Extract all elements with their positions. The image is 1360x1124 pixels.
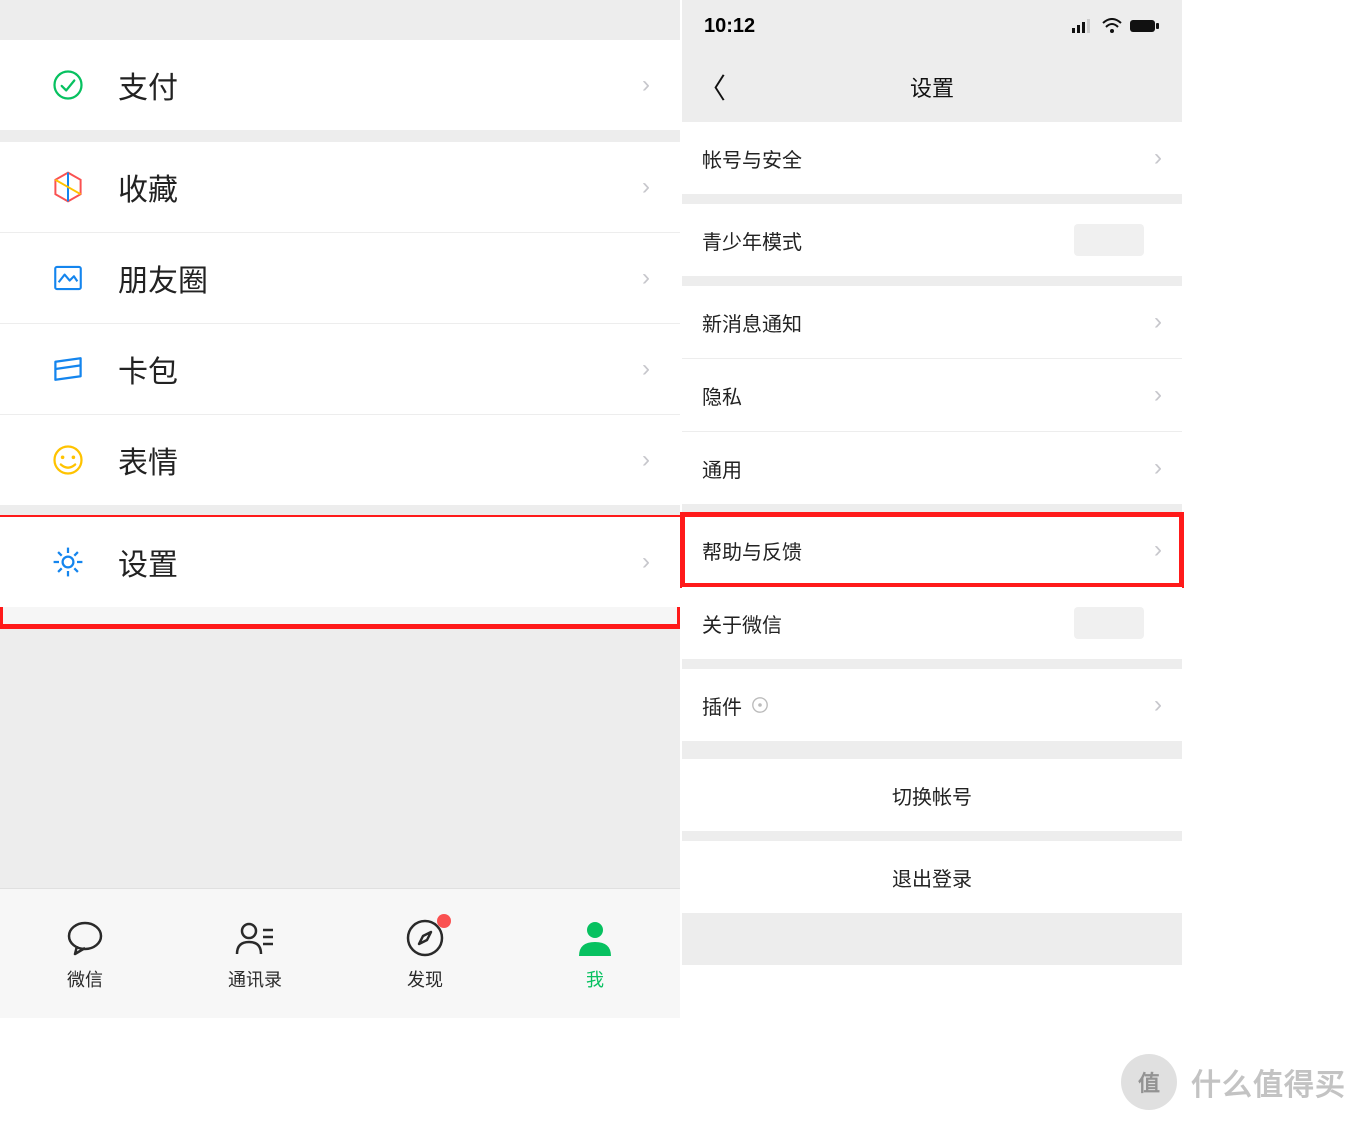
chat-icon [63,916,107,960]
chevron-right-icon: › [1154,144,1162,172]
chevron-right-icon: › [642,446,650,474]
logout-label: 退出登录 [892,863,972,892]
nav-title: 设置 [910,71,954,103]
section-divider [682,831,1182,841]
row-youth-mode[interactable]: 青少年模式 › [682,204,1182,276]
row-logout[interactable]: 退出登录 [682,841,1182,913]
plugin-icon [750,695,770,715]
row-settings-label: 设置 [118,540,642,584]
row-favorites-label: 收藏 [118,165,642,209]
row-account-label: 帐号与安全 [702,144,1154,173]
favorites-icon [48,167,88,207]
section-divider [682,276,1182,286]
row-help-label: 帮助与反馈 [702,536,1154,565]
section-divider [682,504,1182,514]
battery-icon [1130,19,1160,33]
watermark: 值 什么值得买 [1121,1054,1346,1110]
chevron-right-icon: › [1154,381,1162,409]
value-placeholder [1074,607,1144,639]
discover-icon [403,916,447,960]
spacer [0,0,680,40]
row-cards[interactable]: 卡包 › [0,324,680,414]
tab-discover-label: 发现 [407,966,443,992]
moments-icon [48,258,88,298]
status-icons [1072,18,1160,34]
chevron-right-icon: › [1154,691,1162,719]
switch-account-label: 切换帐号 [892,781,972,810]
cards-icon [48,349,88,389]
me-screen: 支付 › 收藏 › 朋友圈 › 卡包 › [0,0,680,1018]
row-about[interactable]: 关于微信 › [682,587,1182,659]
highlight-settings: 设置 › [0,517,680,627]
tab-contacts[interactable]: 通讯录 [170,889,340,1018]
tab-discover[interactable]: 发现 [340,889,510,1018]
row-general[interactable]: 通用 › [682,432,1182,504]
chevron-right-icon: › [642,173,650,201]
row-general-label: 通用 [702,454,1154,483]
chevron-right-icon: › [1154,454,1162,482]
row-plugins-label: 插件 [702,691,742,720]
row-privacy[interactable]: 隐私 › [682,359,1182,431]
row-switch-account[interactable]: 切换帐号 [682,759,1182,831]
row-pay[interactable]: 支付 › [0,40,680,130]
row-notifications[interactable]: 新消息通知 › [682,286,1182,358]
tab-chats[interactable]: 微信 [0,889,170,1018]
tab-bar: 微信 通讯录 发现 我 [0,888,680,1018]
row-plugins[interactable]: 插件 › [682,669,1182,741]
section-divider [682,194,1182,204]
chevron-right-icon: › [642,264,650,292]
sticker-icon [48,440,88,480]
row-about-label: 关于微信 [702,609,1074,638]
tab-me-label: 我 [586,966,604,992]
row-moments-label: 朋友圈 [118,256,642,300]
row-settings[interactable]: 设置 › [0,517,680,607]
section-divider [682,659,1182,669]
status-time: 10:12 [704,15,755,38]
row-help-feedback[interactable]: 帮助与反馈 › [682,514,1182,586]
row-pay-label: 支付 [118,63,642,107]
tab-contacts-label: 通讯录 [228,966,282,992]
me-icon [573,916,617,960]
notification-dot [437,914,451,928]
watermark-text: 什么值得买 [1191,1060,1346,1104]
chevron-right-icon: › [642,355,650,383]
status-bar: 10:12 [682,0,1182,52]
chevron-right-icon: › [1154,536,1162,564]
chevron-right-icon: › [1154,308,1162,336]
nav-bar: 〈 设置 [682,52,1182,122]
section-divider [0,505,680,517]
back-button[interactable]: 〈 [698,67,726,107]
contacts-icon [233,916,277,960]
wifi-icon [1102,18,1122,34]
watermark-badge: 值 [1121,1054,1177,1110]
row-privacy-label: 隐私 [702,381,1154,410]
tab-chats-label: 微信 [67,966,103,992]
section-divider [682,741,1182,759]
row-notify-label: 新消息通知 [702,308,1154,337]
tab-me[interactable]: 我 [510,889,680,1018]
value-placeholder [1074,224,1144,256]
gear-icon [48,542,88,582]
pay-icon [48,65,88,105]
row-youth-label: 青少年模式 [702,226,1074,255]
row-stickers[interactable]: 表情 › [0,415,680,505]
section-divider [0,130,680,142]
chevron-right-icon: › [642,548,650,576]
chevron-right-icon: › [642,71,650,99]
row-moments[interactable]: 朋友圈 › [0,233,680,323]
settings-screen: 10:12 〈 设置 帐号与安全 › 青少年模式 › 新消息通知 › [682,0,1182,965]
cellular-icon [1072,19,1094,33]
row-cards-label: 卡包 [118,347,642,391]
row-favorites[interactable]: 收藏 › [0,142,680,232]
row-stickers-label: 表情 [118,438,642,482]
row-account-security[interactable]: 帐号与安全 › [682,122,1182,194]
